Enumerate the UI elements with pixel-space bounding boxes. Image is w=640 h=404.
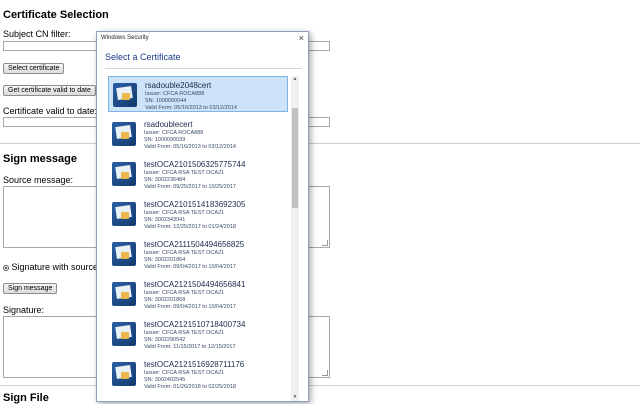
certificate-item[interactable]: testOCA2121510718400734 Issuer: CFCA RSA …	[108, 316, 288, 352]
certificate-icon	[112, 122, 136, 146]
certificate-name: testOCA2121516928711176	[144, 360, 245, 369]
certificate-icon	[112, 202, 136, 226]
subject-cn-label: Subject CN filter:	[3, 29, 71, 39]
source-message-label: Source message:	[3, 175, 74, 185]
close-icon[interactable]: ×	[299, 33, 304, 43]
certificate-icon	[112, 362, 136, 386]
certificate-issuer: Issuer: CFCA RSA TEST OCA21	[144, 290, 225, 296]
certificate-issuer: Issuer: CFCA ROCA888	[145, 91, 205, 97]
certificate-issuer: Issuer: CFCA RSA TEST OCA21	[144, 170, 225, 176]
certificate-list[interactable]: rsadouble2048cert Issuer: CFCA ROCA888 SN:…	[107, 76, 293, 401]
sign-message-title: Sign message	[3, 153, 77, 165]
certificate-sn: SN: 3002236484	[144, 177, 186, 183]
certificate-issuer: Issuer: CFCA RSA TEST OCA21	[144, 250, 225, 256]
certificate-name: rsadouble2048cert	[145, 81, 212, 90]
certificate-icon	[112, 322, 136, 346]
dialog-heading: Select a Certificate	[105, 52, 181, 62]
certificate-sn: SN: 3002402545	[144, 377, 186, 383]
windows-security-dialog: Windows Security × Select a Certificate …	[96, 31, 309, 402]
certificate-sn: SN: 3002290542	[144, 337, 186, 343]
certificate-validity: Valid From: 05/16/2013 to 03/12/2014	[144, 144, 236, 150]
certificate-name: testOCA2111504494656825	[144, 240, 245, 249]
certificate-item[interactable]: testOCA2111504494656825 Issuer: CFCA RSA …	[108, 236, 288, 272]
certificate-selection-title: Certificate Selection	[3, 9, 109, 21]
certificate-issuer: Issuer: CFCA RSA TEST OCA21	[144, 210, 225, 216]
certificate-icon	[112, 242, 136, 266]
certificate-icon	[112, 282, 136, 306]
signature-with-source-label: Signature with source	[11, 262, 99, 272]
certificate-validity: Valid From: 09/04/2017 to 10/04/2017	[144, 304, 236, 310]
certificate-validity: Valid From: 12/25/2017 to 01/24/2018	[144, 224, 236, 230]
certificate-validity: Valid From: 01/26/2018 to 02/25/2018	[144, 384, 236, 390]
certificate-item[interactable]: testOCA2121516928711176 Issuer: CFCA RSA …	[108, 356, 288, 392]
signature-with-source-option[interactable]: Signature with source	[3, 262, 98, 272]
valid-to-label: Certificate valid to date:	[3, 106, 98, 116]
certificate-name: testOCA2121510718400734	[144, 320, 246, 329]
radio-icon[interactable]	[3, 264, 9, 271]
certificate-sn: SN: 1000000039	[144, 137, 186, 143]
certificate-item[interactable]: testOCA2101506325775744 Issuer: CFCA RSA …	[108, 156, 288, 192]
signature-label: Signature:	[3, 305, 45, 315]
certificate-item[interactable]: testOCA2101514183692305 Issuer: CFCA RSA …	[108, 196, 288, 232]
certificate-name: testOCA2101506325775744	[144, 160, 246, 169]
list-scrollbar[interactable]: ▲ ▼	[291, 76, 299, 401]
certificate-item[interactable]: rsadouble2048cert Issuer: CFCA ROCA888 SN:…	[108, 76, 288, 112]
certificate-validity: Valid From: 09/04/2017 to 10/04/2017	[144, 264, 236, 270]
certificate-issuer: Issuer: CFCA RSA TEST OCA21	[144, 330, 225, 336]
scroll-up-icon[interactable]: ▲	[291, 76, 299, 83]
certificate-issuer: Issuer: CFCA ROCA888	[144, 130, 204, 136]
certificate-sn: SN: 1000000044	[145, 98, 187, 104]
resize-grip-icon[interactable]	[322, 370, 328, 376]
scrollbar-thumb[interactable]	[292, 108, 298, 208]
get-valid-date-button[interactable]: Get certificate valid to date	[3, 85, 96, 96]
certificate-sn: SN: 3002201868	[144, 297, 186, 303]
sign-message-button[interactable]: Sign message	[3, 283, 58, 294]
certificate-validity: Valid From: 09/25/2017 to 10/25/2017	[144, 184, 236, 190]
certificate-sn: SN: 3002201864	[144, 257, 186, 263]
dialog-divider	[105, 68, 302, 69]
certificate-name: rsadoublecert	[144, 120, 193, 129]
resize-grip-icon[interactable]	[322, 240, 328, 246]
certificate-validity: Valid From: 05/16/2013 to 03/12/2014	[145, 105, 237, 111]
certificate-issuer: Issuer: CFCA RSA TEST OCA21	[144, 370, 225, 376]
certificate-icon	[112, 162, 136, 186]
certificate-item[interactable]: rsadoublecert Issuer: CFCA ROCA888 SN: 100…	[108, 116, 288, 152]
certificate-item[interactable]: testOCA2121504494656841 Issuer: CFCA RSA …	[108, 276, 288, 312]
sign-file-title: Sign File	[3, 392, 49, 404]
certificate-name: testOCA2101514183692305	[144, 200, 246, 209]
certificate-icon	[113, 83, 137, 107]
certificate-sn: SN: 3002343941	[144, 217, 186, 223]
certificate-name: testOCA2121504494656841	[144, 280, 246, 289]
select-certificate-button[interactable]: Select certificate	[3, 63, 65, 74]
certificate-validity: Valid From: 11/15/2017 to 12/15/2017	[144, 344, 236, 350]
dialog-window-title: Windows Security	[101, 35, 149, 41]
